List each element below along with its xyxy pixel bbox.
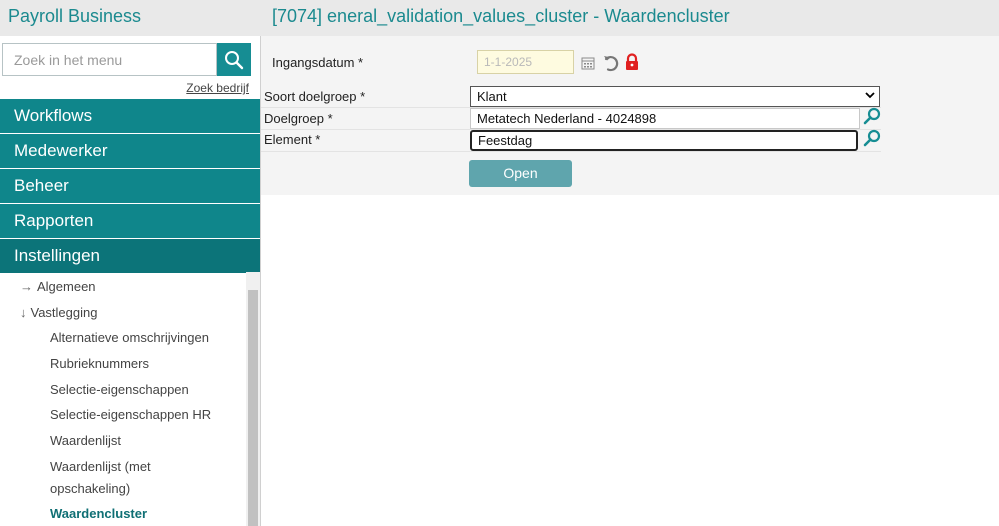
arrow-down-icon: ↓ bbox=[20, 305, 27, 320]
tree-item-selectie-eigenschappen-hr[interactable]: Selectie-eigenschappen HR bbox=[50, 407, 211, 422]
tree-item-alternatieve-omschrijvingen[interactable]: Alternatieve omschrijvingen bbox=[50, 330, 209, 345]
row-divider bbox=[261, 151, 881, 152]
search-company-link[interactable]: Zoek bedrijf bbox=[186, 81, 249, 95]
tree-item-label: Vastlegging bbox=[30, 305, 98, 320]
nav-instellingen[interactable]: Instellingen bbox=[0, 239, 260, 273]
soort-doelgroep-value: Klant bbox=[477, 89, 507, 104]
tree-item-waardenlijst-met[interactable]: Waardenlijst (met bbox=[50, 459, 151, 474]
doelgroep-label: Doelgroep * bbox=[264, 111, 333, 126]
doelgroep-field[interactable]: Metatech Nederland - 4024898 bbox=[470, 108, 860, 129]
tree-item-vastlegging[interactable]: ↓ Vastlegging bbox=[20, 305, 97, 320]
tree-item-waardenlijst[interactable]: Waardenlijst bbox=[50, 433, 121, 448]
undo-icon[interactable] bbox=[601, 53, 621, 73]
scrollbar-thumb[interactable] bbox=[248, 290, 258, 526]
app-title: Payroll Business bbox=[8, 6, 142, 26]
lock-icon[interactable] bbox=[623, 52, 641, 72]
element-field[interactable]: Feestdag bbox=[470, 130, 858, 151]
arrow-right-icon: → bbox=[20, 279, 33, 294]
ingangsdatum-label: Ingangsdatum * bbox=[272, 55, 364, 70]
doelgroep-lookup-icon[interactable] bbox=[862, 106, 882, 126]
search-icon bbox=[225, 50, 244, 69]
main-nav: Workflows Medewerker Beheer Rapporten In… bbox=[0, 99, 260, 274]
tree-item-waardencluster[interactable]: Waardencluster bbox=[50, 506, 147, 521]
ingangsdatum-field[interactable]: 1-1-2025 bbox=[477, 50, 574, 74]
top-bar: Payroll Business [7074] eneral_validatio… bbox=[0, 0, 999, 36]
menu-search-box bbox=[2, 43, 217, 76]
tree-item-rubrieknummers[interactable]: Rubrieknummers bbox=[50, 356, 149, 371]
nav-medewerker[interactable]: Medewerker bbox=[0, 134, 260, 168]
tree-item-opschakeling[interactable]: opschakeling) bbox=[50, 481, 130, 496]
soort-doelgroep-select[interactable]: Klant bbox=[470, 86, 880, 107]
tree-item-label: Algemeen bbox=[37, 279, 96, 294]
nav-beheer[interactable]: Beheer bbox=[0, 169, 260, 203]
chevron-down-icon bbox=[865, 87, 875, 106]
page-title: [7074] eneral_validation_values_cluster … bbox=[272, 6, 730, 26]
sidebar: Zoek bedrijf Workflows Medewerker Beheer… bbox=[0, 36, 261, 526]
menu-search-input[interactable] bbox=[3, 44, 216, 75]
soort-doelgroep-label: Soort doelgroep * bbox=[264, 89, 366, 104]
tree-scrollbar[interactable] bbox=[246, 272, 260, 526]
nav-rapporten[interactable]: Rapporten bbox=[0, 204, 260, 238]
nav-workflows[interactable]: Workflows bbox=[0, 99, 260, 133]
element-lookup-icon[interactable] bbox=[862, 128, 882, 148]
settings-tree: → Algemeen ↓ Vastlegging Alternatieve omsc… bbox=[0, 272, 245, 526]
menu-search-button[interactable] bbox=[217, 43, 251, 76]
tree-item-algemeen[interactable]: → Algemeen bbox=[20, 279, 96, 294]
tree-item-selectie-eigenschappen[interactable]: Selectie-eigenschappen bbox=[50, 382, 189, 397]
element-label: Element * bbox=[264, 132, 321, 147]
calendar-icon[interactable] bbox=[579, 54, 597, 72]
open-button[interactable]: Open bbox=[469, 160, 572, 187]
